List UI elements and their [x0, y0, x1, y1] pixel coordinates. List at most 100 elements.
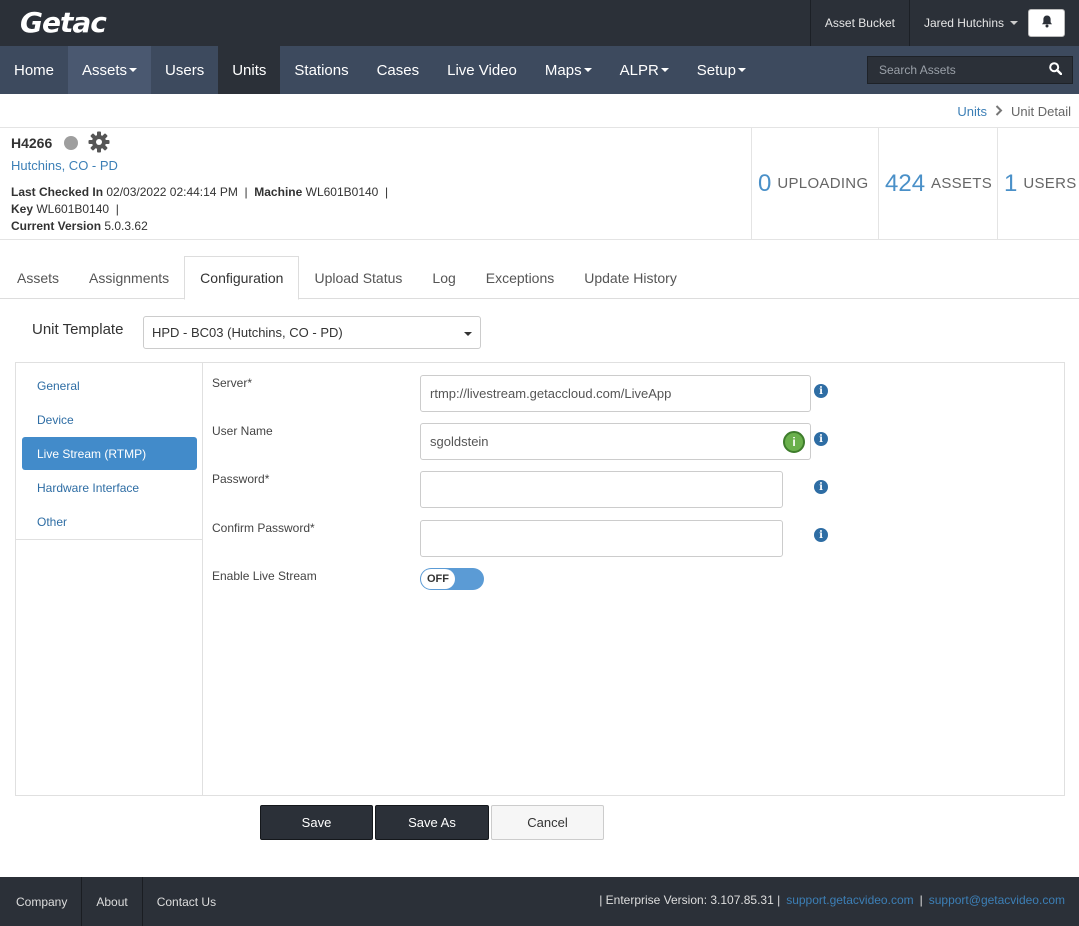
username-input[interactable]: sgoldstein i — [420, 423, 811, 460]
confirm-password-info-icon[interactable]: i — [814, 528, 828, 542]
enable-live-stream-label: Enable Live Stream — [212, 569, 317, 583]
assets-count: 424 — [885, 169, 926, 197]
nav-setup[interactable]: Setup — [683, 46, 760, 94]
unit-tabs: Assets Assignments Configuration Upload … — [0, 256, 1079, 300]
user-name: Jared Hutchins — [923, 16, 1004, 30]
chevron-right-icon — [995, 104, 1003, 119]
unit-info: H4266 Hutchins, CO - PD Last Checked In … — [11, 131, 388, 235]
divider — [0, 239, 1079, 240]
search-button[interactable] — [1038, 57, 1072, 83]
toggle-state: OFF — [421, 569, 455, 589]
enterprise-version: | Enterprise Version: 3.107.85.31 | — [599, 892, 781, 907]
getac-logo[interactable]: Getac — [20, 6, 107, 39]
top-header: Getac Asset Bucket Jared Hutchins — [0, 0, 1079, 46]
chevron-down-icon — [583, 68, 592, 72]
uploading-label: UPLOADING — [777, 175, 869, 192]
tab-assets[interactable]: Assets — [0, 256, 74, 299]
nav-live-video[interactable]: Live Video — [433, 46, 531, 94]
nav-units[interactable]: Units — [218, 46, 281, 94]
notifications-button[interactable] — [1028, 9, 1065, 37]
chevron-down-icon — [1010, 21, 1018, 25]
password-manager-icon[interactable]: i — [783, 431, 805, 453]
breadcrumb: Units Unit Detail — [957, 104, 1071, 119]
breadcrumb-current: Unit Detail — [1011, 104, 1071, 119]
footer-separator: | — [919, 892, 923, 907]
key-label: Key — [11, 202, 34, 216]
footer: Company About Contact Us | Enterprise Ve… — [0, 877, 1079, 926]
version-label: Current Version — [11, 219, 102, 233]
version-value: 5.0.3.62 — [104, 219, 148, 233]
users-count: 1 — [1004, 169, 1018, 197]
unit-stats: 0 UPLOADING 424 ASSETS 1 USERS — [751, 128, 1079, 239]
confirm-password-label: Confirm Password* — [212, 521, 315, 535]
password-info-icon[interactable]: i — [814, 480, 828, 494]
tab-configuration[interactable]: Configuration — [184, 256, 300, 300]
user-menu[interactable]: Jared Hutchins — [908, 0, 1079, 46]
tab-upload-status[interactable]: Upload Status — [299, 256, 417, 299]
last-checked-label: Last Checked In — [11, 185, 104, 199]
save-button[interactable]: Save — [260, 805, 373, 840]
username-label: User Name — [212, 424, 273, 438]
nav-alpr[interactable]: ALPR — [606, 46, 683, 94]
save-as-button[interactable]: Save As — [375, 805, 489, 840]
gear-icon[interactable] — [88, 131, 110, 156]
key-value: WL601B0140 — [36, 202, 110, 216]
chevron-down-icon — [660, 68, 669, 72]
username-value: sgoldstein — [430, 434, 489, 449]
password-input[interactable] — [420, 471, 783, 508]
main-nav: Home Assets Users Units Stations Cases L… — [0, 46, 1079, 94]
users-label: USERS — [1023, 175, 1077, 192]
nav-stations[interactable]: Stations — [280, 46, 362, 94]
stat-assets[interactable]: 424 ASSETS — [878, 128, 997, 239]
tab-update-history[interactable]: Update History — [569, 256, 692, 299]
unit-template-value: HPD - BC03 (Hutchins, CO - PD) — [152, 325, 343, 340]
side-item-general[interactable]: General — [22, 369, 197, 402]
username-info-icon[interactable]: i — [814, 432, 828, 446]
stat-uploading[interactable]: 0 UPLOADING — [751, 128, 878, 239]
status-dot-icon — [64, 136, 79, 150]
machine-label: Machine — [254, 185, 303, 199]
nav-users[interactable]: Users — [151, 46, 218, 94]
enable-live-stream-toggle[interactable]: OFF — [420, 568, 484, 590]
nav-assets[interactable]: Assets — [68, 46, 152, 94]
nav-maps[interactable]: Maps — [531, 46, 606, 94]
support-email-link[interactable]: support@getacvideo.com — [929, 893, 1065, 907]
side-item-hardware-interface[interactable]: Hardware Interface — [22, 471, 197, 504]
asset-bucket-link[interactable]: Asset Bucket — [809, 0, 909, 46]
tab-assignments[interactable]: Assignments — [74, 256, 184, 299]
chevron-down-icon — [464, 332, 472, 336]
search-icon — [1048, 62, 1062, 78]
nav-home[interactable]: Home — [0, 46, 68, 94]
support-site-link[interactable]: support.getacvideo.com — [786, 893, 913, 907]
tab-log[interactable]: Log — [417, 256, 470, 299]
search-input[interactable] — [868, 57, 1038, 83]
tab-exceptions[interactable]: Exceptions — [471, 256, 569, 299]
uploading-count: 0 — [758, 169, 772, 197]
chevron-down-icon — [129, 68, 138, 72]
footer-company-link[interactable]: Company — [0, 877, 83, 926]
last-checked-value: 02/03/2022 02:44:14 PM — [106, 185, 238, 199]
unit-template-select[interactable]: HPD - BC03 (Hutchins, CO - PD) — [143, 316, 481, 349]
side-item-other[interactable]: Other — [22, 505, 197, 538]
breadcrumb-units[interactable]: Units — [957, 104, 987, 119]
footer-about-link[interactable]: About — [82, 877, 143, 926]
chevron-down-icon — [737, 68, 746, 72]
server-info-icon[interactable]: i — [814, 384, 828, 398]
cancel-button[interactable]: Cancel — [491, 805, 604, 840]
footer-contact-link[interactable]: Contact Us — [143, 877, 230, 926]
nav-cases[interactable]: Cases — [363, 46, 434, 94]
unit-id: H4266 — [11, 135, 53, 151]
server-input[interactable]: rtmp://livestream.getaccloud.com/LiveApp — [420, 375, 811, 412]
agency-link[interactable]: Hutchins, CO - PD — [11, 158, 388, 173]
side-item-live-stream[interactable]: Live Stream (RTMP) — [22, 437, 197, 470]
confirm-password-input[interactable] — [420, 520, 783, 557]
server-label: Server* — [212, 376, 253, 390]
search-box — [867, 56, 1073, 84]
stat-users[interactable]: 1 USERS — [997, 128, 1079, 239]
assets-label: ASSETS — [931, 175, 993, 192]
unit-template-label: Unit Template — [32, 321, 124, 338]
password-label: Password* — [212, 472, 270, 486]
server-value: rtmp://livestream.getaccloud.com/LiveApp — [430, 386, 672, 401]
config-side-menu: General Device Live Stream (RTMP) Hardwa… — [16, 363, 203, 795]
side-item-device[interactable]: Device — [22, 403, 197, 436]
